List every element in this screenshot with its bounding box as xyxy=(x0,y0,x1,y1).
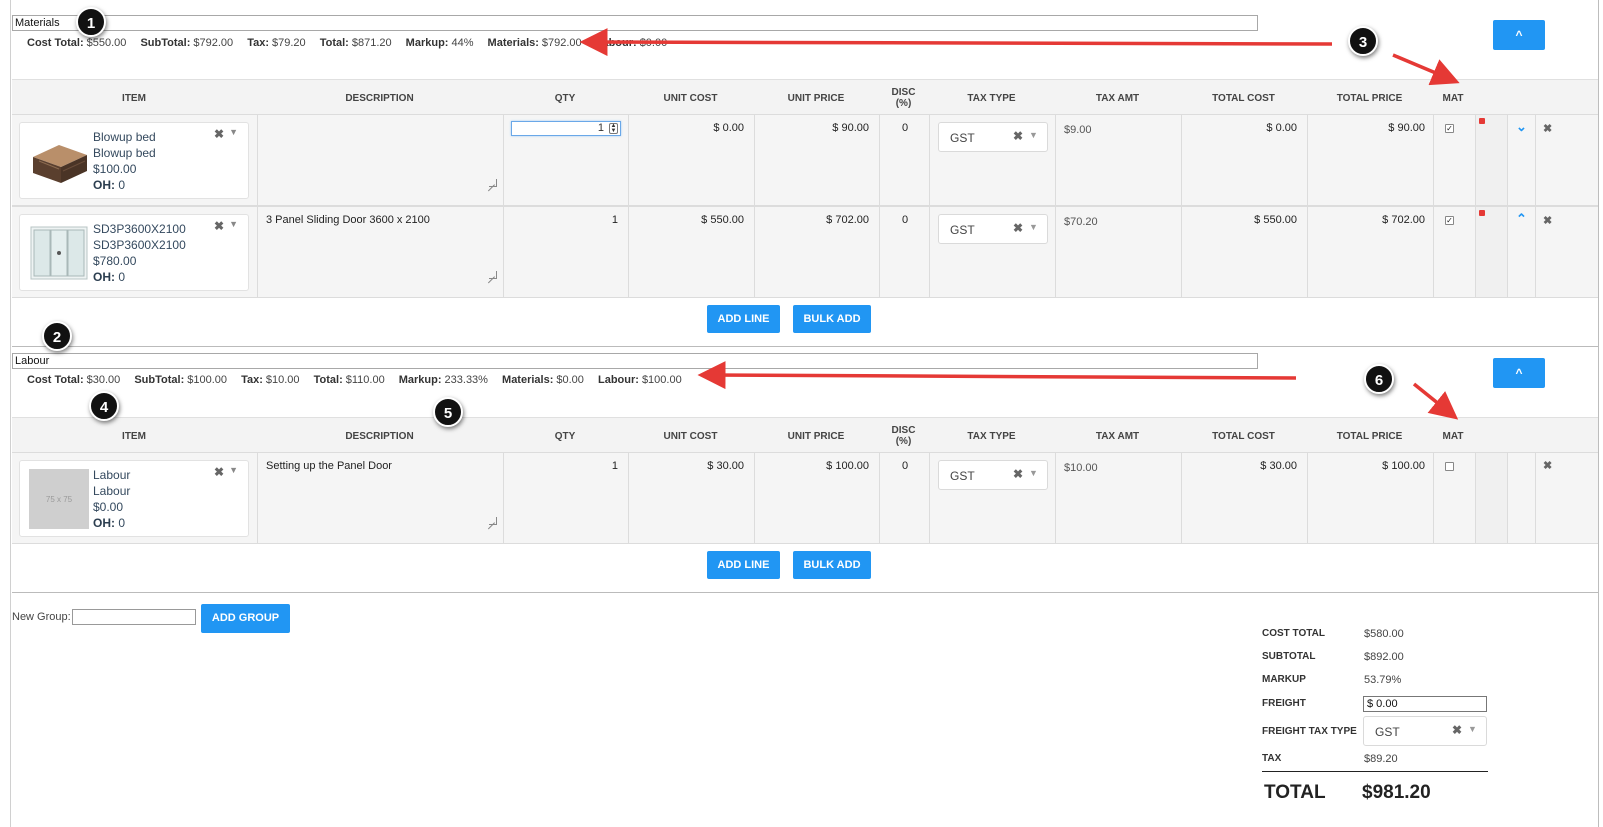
callout-badge-3: 3 xyxy=(1348,26,1378,56)
annotation-arrow-to-mat-1 xyxy=(1392,53,1460,86)
callout-badge-1: 1 xyxy=(76,7,106,37)
annotation-arrows xyxy=(579,28,1460,420)
callout-badge-4: 4 xyxy=(89,391,119,421)
annotation-arrow-to-mat-2 xyxy=(1412,382,1459,420)
callout-badge-2: 2 xyxy=(42,321,72,351)
annotation-arrow-to-summary-1 xyxy=(579,28,1333,57)
annotation-arrow-to-summary-2 xyxy=(697,361,1297,390)
callout-badge-6: 6 xyxy=(1364,364,1394,394)
callout-badge-5: 5 xyxy=(433,397,463,427)
